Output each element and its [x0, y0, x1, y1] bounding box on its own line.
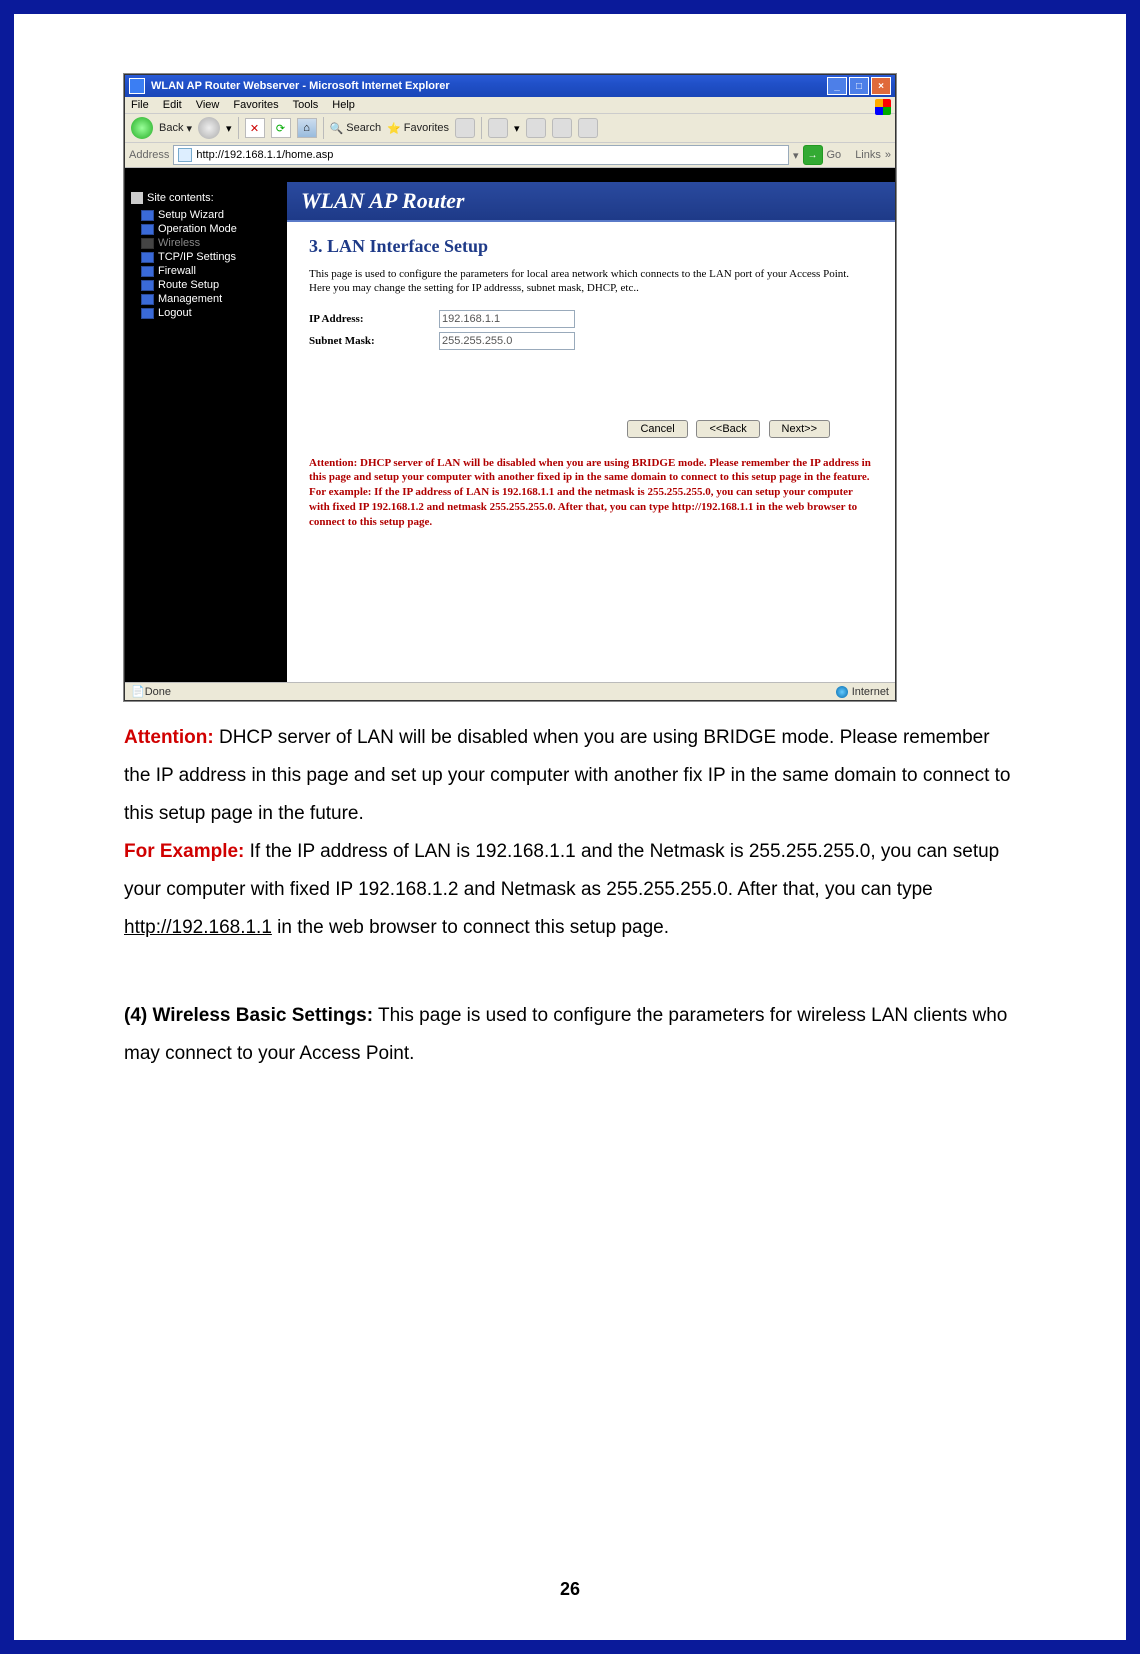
example-body-2: in the web browser to connect this setup…	[272, 917, 669, 938]
attention-text: Attention: DHCP server of LAN will be di…	[309, 456, 873, 530]
back-button[interactable]: <<Back	[696, 420, 759, 438]
links-label[interactable]: Links	[855, 149, 881, 161]
internet-zone-icon	[836, 686, 848, 698]
edit-icon[interactable]	[552, 118, 572, 138]
folder-icon	[141, 210, 154, 221]
example-label: For Example:	[124, 841, 244, 862]
address-bar: Address http://192.168.1.1/home.asp ▾ → …	[125, 143, 895, 168]
folder-icon	[141, 280, 154, 291]
sidebar-item-management[interactable]: Management	[131, 292, 281, 306]
go-button[interactable]: →	[803, 145, 823, 165]
menu-edit[interactable]: Edit	[163, 99, 182, 111]
example-body-1: If the IP address of LAN is 192.168.1.1 …	[124, 841, 999, 900]
favorites-button[interactable]: ⭐Favorites	[387, 122, 449, 135]
discuss-icon[interactable]	[578, 118, 598, 138]
url-text: http://192.168.1.1/home.asp	[196, 149, 333, 161]
maximize-button[interactable]: □	[849, 77, 869, 95]
folder-icon	[141, 252, 154, 263]
menu-file[interactable]: File	[131, 99, 149, 111]
close-button[interactable]: ×	[871, 77, 891, 95]
folder-icon	[141, 294, 154, 305]
sidebar-item-firewall[interactable]: Firewall	[131, 264, 281, 278]
folder-icon	[141, 308, 154, 319]
folder-icon	[141, 238, 154, 249]
minimize-button[interactable]: _	[827, 77, 847, 95]
titlebar: WLAN AP Router Webserver - Microsoft Int…	[125, 75, 895, 97]
cancel-button[interactable]: Cancel	[627, 420, 687, 438]
page-number: 26	[14, 1579, 1126, 1600]
computer-icon	[131, 192, 143, 204]
zone-label: Internet	[852, 686, 889, 698]
sidebar-item-logout[interactable]: Logout	[131, 306, 281, 320]
status-bar: 📄 Done Internet	[125, 682, 895, 700]
sidebar-item-route-setup[interactable]: Route Setup	[131, 278, 281, 292]
mail-icon[interactable]	[488, 118, 508, 138]
address-label: Address	[129, 149, 169, 161]
section4-label: (4) Wireless Basic Settings:	[124, 1005, 373, 1026]
menu-help[interactable]: Help	[332, 99, 355, 111]
back-icon[interactable]	[131, 117, 153, 139]
router-banner: WLAN AP Router	[287, 182, 895, 222]
stop-icon[interactable]: ✕	[245, 118, 265, 138]
menubar: File Edit View Favorites Tools Help	[125, 97, 895, 114]
subnet-mask-input[interactable]	[439, 332, 575, 350]
subnet-mask-label: Subnet Mask:	[309, 335, 439, 347]
search-button[interactable]: 🔍Search	[330, 122, 382, 135]
sidebar: Site contents: Setup Wizard Operation Mo…	[125, 182, 287, 682]
print-icon[interactable]	[526, 118, 546, 138]
example-link[interactable]: http://192.168.1.1	[124, 917, 272, 938]
attention-label: Attention:	[124, 727, 214, 748]
menu-tools[interactable]: Tools	[293, 99, 319, 111]
sidebar-item-setup-wizard[interactable]: Setup Wizard	[131, 208, 281, 222]
ip-address-label: IP Address:	[309, 313, 439, 325]
toolbar: Back ▾ ▾ ✕ ⟳ ⌂ 🔍Search ⭐Favorites ▾	[125, 114, 895, 143]
menu-favorites[interactable]: Favorites	[233, 99, 278, 111]
back-button[interactable]: Back ▾	[159, 122, 192, 135]
attention-body: DHCP server of LAN will be disabled when…	[124, 727, 1011, 824]
ip-address-input[interactable]	[439, 310, 575, 328]
go-label: Go	[827, 149, 842, 161]
folder-icon	[141, 266, 154, 277]
page-status-icon: 📄	[131, 685, 145, 698]
webpage-content: Site contents: Setup Wizard Operation Mo…	[125, 182, 895, 682]
next-button[interactable]: Next>>	[769, 420, 830, 438]
windows-logo-icon	[875, 99, 891, 115]
forward-icon[interactable]	[198, 117, 220, 139]
refresh-icon[interactable]: ⟳	[271, 118, 291, 138]
sidebar-header: Site contents:	[147, 192, 214, 204]
document-text: Attention: DHCP server of LAN will be di…	[124, 719, 1016, 1073]
ie-icon	[129, 78, 145, 94]
status-text: Done	[145, 686, 171, 698]
sidebar-item-wireless[interactable]: Wireless	[131, 236, 281, 250]
home-icon[interactable]: ⌂	[297, 118, 317, 138]
window-title: WLAN AP Router Webserver - Microsoft Int…	[151, 80, 450, 92]
menu-view[interactable]: View	[196, 99, 220, 111]
url-input[interactable]: http://192.168.1.1/home.asp	[173, 145, 789, 165]
page-title: 3. LAN Interface Setup	[309, 236, 873, 257]
page-icon	[178, 148, 192, 162]
page-description: This page is used to configure the param…	[309, 267, 873, 296]
folder-icon	[141, 224, 154, 235]
sidebar-item-operation-mode[interactable]: Operation Mode	[131, 222, 281, 236]
sidebar-item-tcpip[interactable]: TCP/IP Settings	[131, 250, 281, 264]
history-icon[interactable]	[455, 118, 475, 138]
ie-window: WLAN AP Router Webserver - Microsoft Int…	[124, 74, 896, 701]
